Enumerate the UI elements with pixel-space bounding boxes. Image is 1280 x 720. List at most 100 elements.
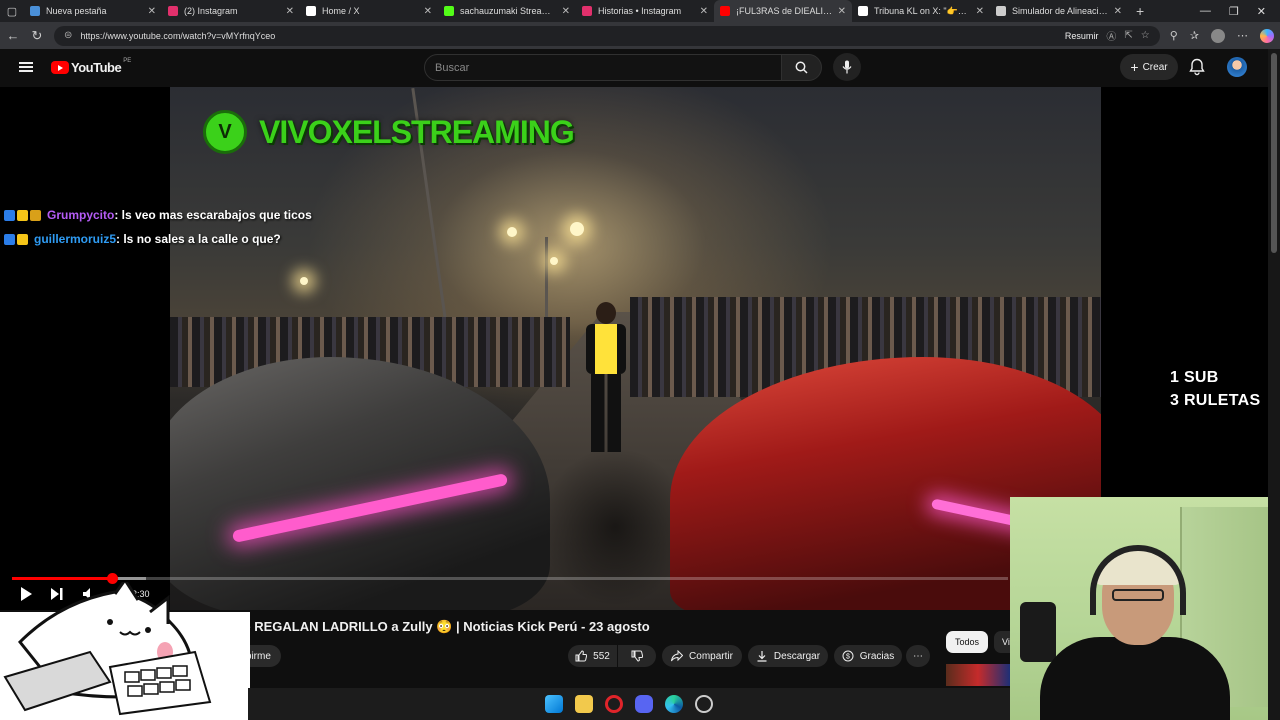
region-code: PE — [123, 57, 132, 64]
dislike-button[interactable] — [618, 645, 656, 667]
copilot-icon[interactable] — [1260, 28, 1274, 43]
download-icon — [757, 651, 767, 662]
read-aloud-icon[interactable]: Ⓐ — [1106, 28, 1116, 43]
download-button[interactable]: Descargar — [748, 645, 828, 667]
taskbar — [248, 688, 1010, 720]
tab-close-icon[interactable]: ✕ — [1114, 6, 1122, 17]
share-label: Compartir — [689, 650, 733, 662]
app-icon[interactable] — [695, 695, 713, 713]
stream-brand: V VIVOXELSTREAMING — [203, 110, 575, 154]
opera-icon[interactable] — [605, 695, 623, 713]
tab-favicon-icon — [30, 6, 40, 16]
tab-close-icon[interactable]: ✕ — [148, 6, 156, 17]
more-icon: ⋯ — [913, 650, 923, 662]
discord-icon[interactable] — [635, 695, 653, 713]
badge-icon — [17, 233, 28, 245]
recommended-thumbnail[interactable] — [946, 664, 1010, 686]
search-input[interactable]: Buscar — [424, 54, 782, 81]
tab-actions-icon[interactable]: ▢ — [0, 0, 24, 22]
browser-tab[interactable]: Historias • Instagram ✕ — [576, 0, 714, 22]
tab-favicon-icon — [306, 6, 316, 16]
tab-title: (2) Instagram — [184, 6, 238, 16]
close-window-icon[interactable]: ✕ — [1257, 5, 1266, 18]
account-avatar[interactable] — [1227, 57, 1247, 77]
cat-overlay — [0, 582, 250, 720]
thanks-button[interactable]: $ Gracias — [834, 645, 902, 667]
favorites-icon[interactable]: ✰ — [1190, 29, 1199, 42]
thanks-label: Gracias — [859, 650, 895, 662]
windows-start-icon[interactable] — [545, 695, 563, 713]
voice-search-button[interactable] — [833, 53, 861, 81]
streamer-body — [1040, 637, 1230, 720]
back-icon[interactable]: ← — [6, 28, 20, 43]
promo-text: 1 SUB 3 RULETAS — [1170, 366, 1260, 412]
tab-title: Historias • Instagram — [598, 6, 682, 16]
street-lamp — [570, 222, 584, 236]
street-lamp — [300, 277, 308, 285]
chip-all[interactable]: Todos — [946, 631, 988, 653]
reload-icon[interactable]: ↻ — [30, 28, 44, 44]
restore-icon[interactable]: ❐ — [1229, 5, 1239, 18]
tab-favicon-icon — [996, 6, 1006, 16]
chat-message: Grumpycito : ls veo mas escarabajos que … — [4, 208, 312, 222]
more-actions-button[interactable]: ⋯ — [906, 645, 930, 667]
site-info-icon[interactable]: ⊜ — [64, 30, 72, 41]
street-lamp — [550, 257, 558, 265]
search-button[interactable] — [781, 54, 822, 81]
minimize-icon[interactable]: — — [1200, 5, 1211, 18]
favorite-star-icon[interactable]: ☆ — [1141, 30, 1150, 41]
file-explorer-icon[interactable] — [575, 695, 593, 713]
tab-favicon-icon — [582, 6, 592, 16]
promo-line: 1 SUB — [1170, 369, 1219, 386]
menu-icon[interactable] — [19, 62, 33, 72]
window-controls: — ❐ ✕ — [1200, 5, 1280, 18]
youtube-header: YouTube PE Buscar + Crear — [0, 49, 1268, 87]
tab-close-icon[interactable]: ✕ — [286, 6, 294, 17]
tab-close-icon[interactable]: ✕ — [562, 6, 570, 17]
badge-icon — [4, 209, 15, 221]
glasses — [1112, 589, 1164, 601]
browser-tab[interactable]: Simulador de Alineación | F ✕ — [990, 0, 1128, 22]
youtube-wordmark: YouTube — [71, 60, 122, 75]
like-button[interactable]: 552 — [568, 645, 617, 667]
tab-close-icon[interactable]: ✕ — [976, 6, 984, 17]
svg-text:$: $ — [846, 654, 850, 661]
tab-close-icon[interactable]: ✕ — [424, 6, 432, 17]
browser-tab[interactable]: Home / X ✕ — [300, 0, 438, 22]
tab-close-icon[interactable]: ✕ — [838, 6, 846, 17]
chat-username: guillermoruiz5 — [34, 232, 117, 246]
scrollbar-thumb[interactable] — [1271, 53, 1277, 253]
search-placeholder: Buscar — [435, 61, 470, 74]
browser-tab[interactable]: Tribuna KL on X: "👉Pipepu ✕ — [852, 0, 990, 22]
person-standing — [580, 302, 632, 452]
page-scrollbar[interactable] — [1268, 49, 1280, 720]
create-button[interactable]: + Crear — [1120, 54, 1178, 80]
extension-icon[interactable]: ⚲ — [1170, 29, 1178, 42]
progress-bar[interactable] — [12, 573, 1008, 584]
summarize-button[interactable]: Resumir — [1065, 31, 1099, 41]
url-text: https://www.youtube.com/watch?v=vMYrfnqY… — [80, 30, 276, 41]
new-tab-button[interactable]: + — [1128, 3, 1152, 19]
create-label: Crear — [1142, 61, 1168, 73]
profile-icon[interactable] — [1211, 28, 1225, 43]
badge-icon — [30, 209, 41, 221]
tab-strip: Nueva pestaña ✕ (2) Instagram ✕ Home / X ✕ sac… — [24, 0, 1128, 22]
like-count: 552 — [593, 650, 610, 662]
thumbs-down-icon — [631, 650, 643, 662]
edge-icon[interactable] — [665, 695, 683, 713]
youtube-logo[interactable]: YouTube PE — [51, 57, 132, 75]
webcam-microphone — [1020, 602, 1056, 662]
webcam-overlay — [1010, 497, 1268, 720]
played-bar — [12, 577, 112, 580]
shadow — [540, 447, 690, 607]
browser-tab[interactable]: (2) Instagram ✕ — [162, 0, 300, 22]
browser-tab[interactable]: Nueva pestaña ✕ — [24, 0, 162, 22]
share-button[interactable]: Compartir — [662, 645, 742, 667]
browser-tab[interactable]: ¡FUL3RAS de DIEALIS! 🎙 ✕ — [714, 0, 852, 22]
tab-close-icon[interactable]: ✕ — [700, 6, 708, 17]
url-field[interactable]: ⊜ https://www.youtube.com/watch?v=vMYrfn… — [54, 25, 1160, 46]
browser-tab[interactable]: sachauzumaki Stream - Wa ✕ — [438, 0, 576, 22]
more-menu-icon[interactable]: ⋯ — [1237, 29, 1248, 42]
notifications-bell-icon[interactable] — [1189, 58, 1205, 76]
open-app-icon[interactable]: ⇱ — [1124, 30, 1132, 41]
